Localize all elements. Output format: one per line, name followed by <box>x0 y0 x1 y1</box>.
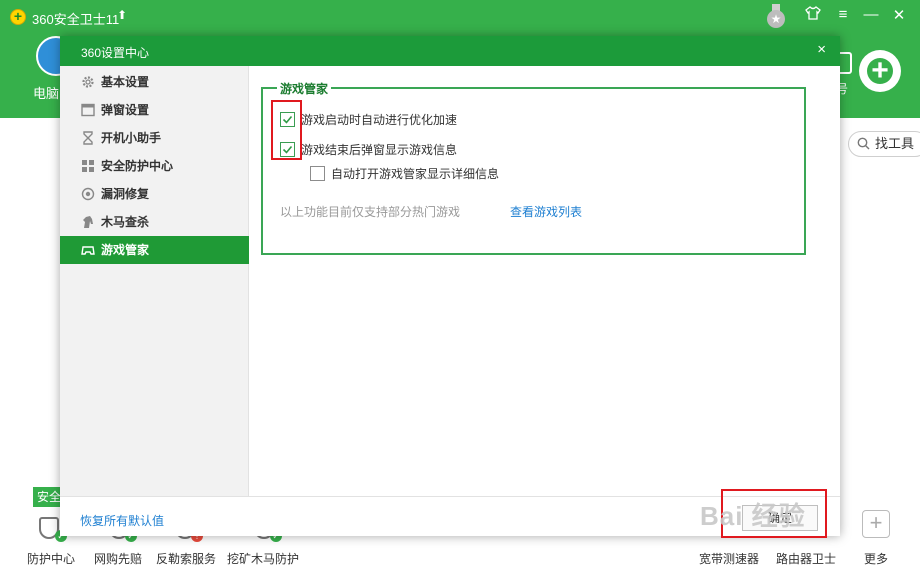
app-logo-icon: + <box>10 9 26 25</box>
gear-icon <box>82 76 94 88</box>
sidebar-item-basic-settings[interactable]: 基本设置 <box>60 68 249 96</box>
app-titlebar: + 360安全卫士11 ⬆ ★ ≡ — ✕ <box>0 0 920 34</box>
gamepad-icon <box>81 246 95 255</box>
option-label: 游戏启动时自动进行优化加速 <box>301 113 458 127</box>
close-icon[interactable]: ✕ <box>888 6 910 24</box>
view-game-list-link[interactable]: 查看游戏列表 <box>510 203 582 220</box>
hourglass-icon <box>83 131 93 145</box>
highlight-checkboxes <box>271 100 302 160</box>
sidebar-item-label: 游戏管家 <box>101 243 150 257</box>
sidebar-item-label: 安全防护中心 <box>101 159 174 173</box>
menu-icon[interactable]: ≡ <box>832 6 854 23</box>
option-label: 游戏结束后弹窗显示游戏信息 <box>301 143 458 157</box>
settings-sidebar: 基本设置 弹窗设置 开机小助手 安全防护中心 漏洞修复 木马查杀 游戏管家 <box>60 66 249 496</box>
support-note: 以上功能目前仅支持部分热门游戏 <box>280 205 461 219</box>
dialog-titlebar: 360设置中心 × <box>60 36 840 66</box>
bottom-item-protection-center[interactable]: 防护中心 <box>27 550 75 567</box>
sidebar-item-popup-settings[interactable]: 弹窗设置 <box>60 96 249 124</box>
bottom-item-anti-mining[interactable]: 挖矿木马防护 <box>227 550 299 567</box>
baidu-watermark: Bai 经验 <box>700 501 806 531</box>
search-icon <box>857 137 870 150</box>
sidebar-item-vulnerability-repair[interactable]: 漏洞修复 <box>60 180 249 208</box>
upgrade-arrow-icon[interactable]: ⬆ <box>117 8 127 22</box>
patch-icon <box>81 187 95 201</box>
bottom-item-router-guard[interactable]: 路由器卫士 <box>776 550 836 567</box>
bottom-item-speed-test[interactable]: 宽带测速器 <box>699 550 759 567</box>
sidebar-item-startup-assistant[interactable]: 开机小助手 <box>60 124 249 152</box>
app-title: 360安全卫士11 <box>32 12 120 27</box>
horse-icon <box>83 216 93 228</box>
dialog-title: 360设置中心 <box>81 46 150 60</box>
window-icon <box>81 103 95 117</box>
skin-shirt-icon[interactable] <box>802 6 824 24</box>
sidebar-item-game-manager[interactable]: 游戏管家 <box>60 236 249 264</box>
option-label: 自动打开游戏管家显示详细信息 <box>331 167 500 181</box>
sidebar-item-label: 弹窗设置 <box>101 103 150 117</box>
sidebar-item-trojan-scan[interactable]: 木马查杀 <box>60 208 249 236</box>
sidebar-item-label: 木马查杀 <box>101 215 150 229</box>
grid-icon <box>82 160 94 172</box>
settings-dialog: 360设置中心 × 基本设置 弹窗设置 开机小助手 安全防护中心 漏洞修复 木马… <box>60 36 840 536</box>
open-details-checkbox[interactable] <box>310 166 325 181</box>
game-manager-group: 游戏管家 游戏启动时自动进行优化加速 游戏结束后弹窗显示游戏信息 自动打开游戏管… <box>261 80 806 255</box>
security-badge: 安全 <box>33 487 63 507</box>
group-title: 游戏管家 <box>277 80 332 97</box>
restore-defaults-link[interactable]: 恢复所有默认值 <box>80 512 164 529</box>
tab-computer-label[interactable]: 电脑 <box>33 83 59 102</box>
bottom-item-more[interactable]: 更多 <box>864 550 888 567</box>
sidebar-item-label: 开机小助手 <box>101 131 162 145</box>
sidebar-item-security-center[interactable]: 安全防护中心 <box>60 152 249 180</box>
find-tools-button[interactable]: 找工具 <box>848 131 920 157</box>
medal-icon[interactable]: ★ <box>765 4 787 28</box>
add-function-button[interactable] <box>859 50 901 92</box>
bottom-item-anti-ransomware[interactable]: 反勒索服务 <box>156 550 216 567</box>
dialog-close-icon[interactable]: × <box>817 41 826 58</box>
minimize-icon[interactable]: — <box>860 6 882 23</box>
sidebar-item-label: 漏洞修复 <box>101 187 150 201</box>
find-tools-label: 找工具 <box>875 136 915 151</box>
bottom-item-shopping[interactable]: 网购先赔 <box>94 550 142 567</box>
sidebar-item-label: 基本设置 <box>101 75 150 89</box>
